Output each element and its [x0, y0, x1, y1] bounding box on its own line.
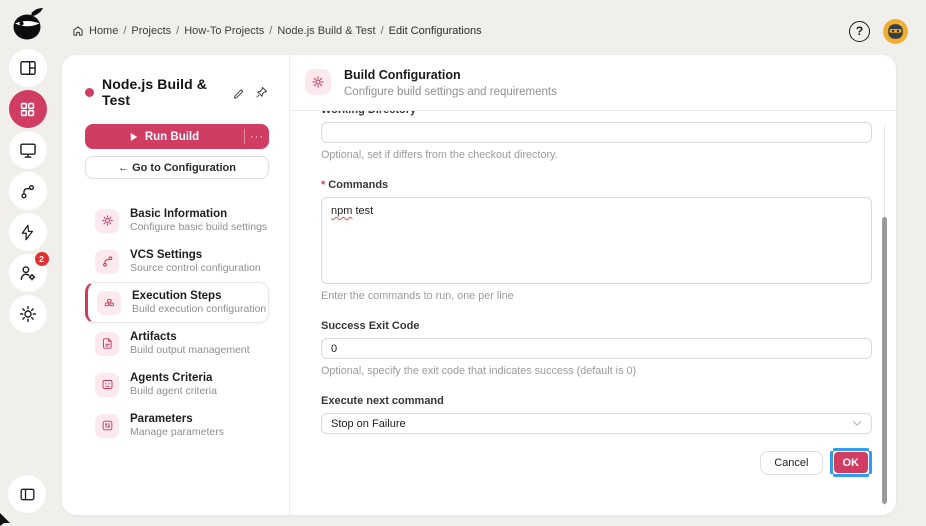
- breadcrumb-projects[interactable]: Projects: [131, 25, 171, 37]
- nav-desc: Build execution configuration: [132, 303, 266, 315]
- sliders-icon: [95, 414, 119, 438]
- breadcrumb: Home / Projects / How-To Projects / Node…: [72, 25, 482, 37]
- run-more-menu[interactable]: ···: [245, 131, 269, 143]
- play-icon: [130, 133, 138, 141]
- success-exit-code-input[interactable]: [321, 338, 872, 359]
- top-bar: Home / Projects / How-To Projects / Node…: [72, 17, 908, 45]
- app-root: { "breadcrumb": { "separator": "/", "ite…: [0, 0, 926, 526]
- breadcrumb-separator: /: [123, 25, 126, 37]
- breadcrumb-build-config[interactable]: Node.js Build & Test: [277, 25, 375, 37]
- home-icon: [72, 25, 84, 37]
- config-nav: Basic Information Configure basic build …: [85, 200, 269, 446]
- user-management-icon[interactable]: 2: [9, 254, 47, 292]
- select-value: Stop on Failure: [331, 418, 406, 430]
- nav-item-agents-criteria[interactable]: Agents Criteria Build agent criteria: [85, 364, 269, 405]
- execute-next-command-select[interactable]: Stop on Failure: [321, 413, 872, 434]
- gear-icon: [95, 209, 119, 233]
- scrollbar-thumb[interactable]: [882, 217, 887, 504]
- mouse-cursor: [0, 510, 14, 526]
- nav-desc: Configure basic build settings: [130, 221, 267, 233]
- panel-title: Build Configuration: [344, 68, 557, 82]
- nav-label: Basic Information: [130, 208, 267, 220]
- build-config-panel: Build Configuration Configure build sett…: [290, 55, 896, 515]
- commands-textarea[interactable]: npm test: [321, 197, 872, 284]
- working-directory-label: Working Directory: [321, 111, 872, 116]
- project-title-row: Node.js Build & Test: [85, 76, 269, 108]
- steps-icon: [97, 291, 121, 315]
- nav-label: VCS Settings: [130, 249, 261, 261]
- help-icon[interactable]: ?: [849, 21, 870, 42]
- breadcrumb-howto-projects[interactable]: How-To Projects: [184, 25, 264, 37]
- projects-grid-icon[interactable]: [9, 90, 47, 128]
- ok-button[interactable]: OK: [834, 452, 869, 473]
- nav-item-execution-steps[interactable]: Execution Steps Build execution configur…: [85, 282, 269, 323]
- run-build-label: Run Build: [145, 131, 199, 143]
- nav-desc: Build output management: [130, 344, 250, 356]
- working-directory-input[interactable]: [321, 122, 872, 143]
- dashboard-icon[interactable]: [9, 49, 47, 87]
- goto-configuration-button[interactable]: ← Go to Configuration: [85, 156, 269, 179]
- app-logo-ninja-icon[interactable]: [8, 6, 48, 42]
- build-config-form: Working Directory Optional, set if diffe…: [290, 111, 896, 515]
- nav-label: Artifacts: [130, 331, 250, 343]
- nav-desc: Source control configuration: [130, 262, 261, 274]
- main-card: Node.js Build & Test Run Build: [62, 55, 896, 515]
- working-directory-help: Optional, set if differs from the checko…: [321, 149, 872, 161]
- project-status-dot: [85, 88, 94, 97]
- focus-notch: [869, 474, 874, 479]
- success-exit-code-label: Success Exit Code: [321, 320, 872, 332]
- breadcrumb-separator: /: [176, 25, 179, 37]
- file-icon: [95, 332, 119, 356]
- notification-badge: 2: [35, 252, 49, 266]
- settings-gear-icon[interactable]: [9, 295, 47, 333]
- nav-item-parameters[interactable]: Parameters Manage parameters: [85, 405, 269, 446]
- panel-header: Build Configuration Configure build sett…: [290, 55, 896, 111]
- edit-icon[interactable]: [230, 84, 246, 100]
- required-asterisk: *: [321, 179, 325, 191]
- icon-rail: 2: [0, 0, 55, 526]
- config-sidebar: Node.js Build & Test Run Build: [62, 55, 290, 515]
- agents-monitor-icon[interactable]: [9, 131, 47, 169]
- form-actions: Cancel OK: [321, 448, 872, 477]
- run-build-button[interactable]: Run Build ···: [85, 124, 269, 149]
- vcs-branch-icon[interactable]: [9, 172, 47, 210]
- focus-notch: [828, 446, 833, 451]
- commands-value-rest: test: [352, 205, 373, 217]
- execute-next-command-label: Execute next command: [321, 395, 872, 407]
- project-title: Node.js Build & Test: [102, 76, 230, 108]
- ok-button-focus-ring: OK: [830, 448, 873, 477]
- nav-label: Parameters: [130, 413, 224, 425]
- branch-icon: [95, 250, 119, 274]
- agent-icon: [95, 373, 119, 397]
- success-exit-code-help: Optional, specify the exit code that ind…: [321, 365, 872, 377]
- nav-item-vcs-settings[interactable]: VCS Settings Source control configuratio…: [85, 241, 269, 282]
- focus-notch: [869, 446, 874, 451]
- breadcrumb-current: Edit Configurations: [389, 25, 482, 37]
- panel-subtitle: Configure build settings and requirement…: [344, 86, 557, 98]
- commands-help: Enter the commands to run, one per line: [321, 290, 872, 302]
- collapse-sidebar-icon[interactable]: [8, 475, 46, 513]
- nav-desc: Manage parameters: [130, 426, 224, 438]
- nav-label: Execution Steps: [132, 290, 266, 302]
- builds-lightning-icon[interactable]: [9, 213, 47, 251]
- breadcrumb-home[interactable]: Home: [89, 25, 118, 37]
- user-avatar[interactable]: [883, 19, 908, 44]
- focus-notch: [828, 474, 833, 479]
- cancel-button[interactable]: Cancel: [760, 451, 822, 475]
- chevron-down-icon: [852, 420, 862, 427]
- topbar-actions: ?: [849, 19, 908, 44]
- nav-desc: Build agent criteria: [130, 385, 217, 397]
- nav-item-artifacts[interactable]: Artifacts Build output management: [85, 323, 269, 364]
- commands-value-misspelled: npm: [331, 205, 352, 217]
- pin-icon[interactable]: [253, 84, 269, 100]
- nav-label: Agents Criteria: [130, 372, 217, 384]
- gear-icon: [305, 69, 331, 95]
- breadcrumb-separator: /: [269, 25, 272, 37]
- commands-label: *Commands: [321, 179, 872, 191]
- breadcrumb-separator: /: [381, 25, 384, 37]
- nav-item-basic-information[interactable]: Basic Information Configure basic build …: [85, 200, 269, 241]
